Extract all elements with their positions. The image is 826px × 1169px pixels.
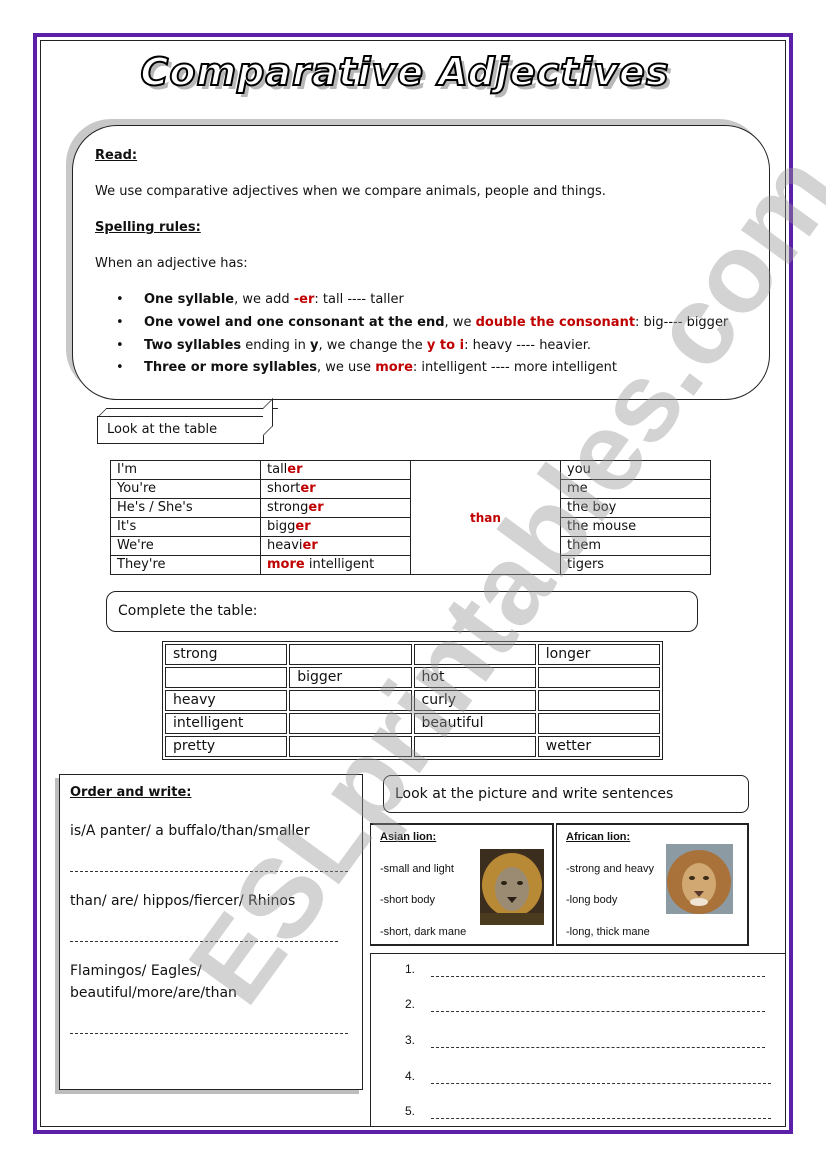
answer-line-3[interactable] bbox=[70, 1033, 348, 1034]
given-word-cell: beautiful bbox=[413, 713, 536, 734]
given-word-cell: strong bbox=[165, 644, 288, 665]
rule-item: • One syllable, we add -er: tall ---- ta… bbox=[116, 292, 404, 307]
order-item-2: than/ are/ hippos/fiercer/ Rhinos bbox=[70, 893, 296, 909]
picture-label-box: Look at the picture and write sentences bbox=[383, 775, 749, 813]
sentence-number: 1. bbox=[405, 962, 416, 976]
table-row: intelligent beautiful bbox=[165, 713, 660, 734]
african-lion-box: African lion: -strong and heavy -long bo… bbox=[556, 823, 749, 946]
asian-lion-photo bbox=[480, 849, 544, 925]
blank-answer-cell[interactable] bbox=[289, 644, 412, 665]
african-lion-trait: -long body bbox=[566, 894, 618, 906]
given-word-cell: heavy bbox=[165, 690, 288, 711]
table-row: strong longer bbox=[165, 644, 660, 665]
object-cell: them bbox=[560, 536, 711, 556]
blank-answer-cell[interactable] bbox=[537, 713, 660, 734]
given-word-cell: hot bbox=[413, 667, 536, 688]
look-at-table-label: Look at the table bbox=[97, 398, 273, 444]
table-row: heavy curly bbox=[165, 690, 660, 711]
african-lion-trait: -strong and heavy bbox=[566, 863, 655, 875]
given-word-cell: longer bbox=[537, 644, 660, 665]
subject-cell: I'm bbox=[110, 460, 261, 480]
bullet-icon: • bbox=[116, 360, 124, 375]
asian-lion-trait: -short, dark mane bbox=[380, 926, 467, 938]
adjective-cell: heavier bbox=[260, 536, 411, 556]
blank-answer-cell[interactable] bbox=[537, 667, 660, 688]
adjective-cell: bigger bbox=[260, 517, 411, 537]
sentence-number: 2. bbox=[405, 997, 416, 1011]
sentence-line-2[interactable] bbox=[431, 1011, 765, 1012]
subject-cell: You're bbox=[110, 479, 261, 499]
read-heading: Read: bbox=[95, 148, 138, 163]
answer-line-1[interactable] bbox=[70, 871, 348, 872]
order-item-1: is/A panter/ a buffalo/than/smaller bbox=[70, 823, 310, 839]
blank-answer-cell[interactable] bbox=[289, 713, 412, 734]
page-title: Comparative Adjectives bbox=[140, 49, 670, 95]
blank-answer-cell[interactable] bbox=[413, 736, 536, 757]
african-lion-title: African lion: bbox=[566, 831, 631, 843]
sentences-box: 1. 2. 3. 4. 5. bbox=[370, 953, 786, 1127]
asian-lion-title: Asian lion: bbox=[380, 831, 437, 843]
adjective-cell: taller bbox=[260, 460, 411, 480]
table-row: pretty wetter bbox=[165, 736, 660, 757]
asian-lion-trait: -small and light bbox=[380, 863, 454, 875]
rule-item: • Three or more syllables, we use more: … bbox=[116, 360, 617, 375]
blank-answer-cell[interactable] bbox=[537, 690, 660, 711]
sentence-number: 5. bbox=[405, 1104, 416, 1118]
complete-table: strong longer bigger hot heavy curly intellige… bbox=[162, 641, 663, 760]
comparison-table: I'm taller than you You're shorter me He's / Sh… bbox=[110, 460, 711, 575]
table-row: I'm taller than you bbox=[110, 460, 711, 575]
given-word-cell: bigger bbox=[289, 667, 412, 688]
order-and-write-box: Order and write: is/A panter/ a buffalo/… bbox=[59, 774, 363, 1090]
sentence-line-5[interactable] bbox=[431, 1118, 771, 1119]
object-cell: you bbox=[560, 460, 711, 480]
bullet-icon: • bbox=[116, 315, 124, 330]
blank-answer-cell[interactable] bbox=[289, 690, 412, 711]
subject-cell: It's bbox=[110, 517, 261, 537]
rule-item: • Two syllables ending in y, we change t… bbox=[116, 338, 591, 353]
bullet-icon: • bbox=[116, 338, 124, 353]
than-cell: than bbox=[410, 460, 561, 575]
rules-intro: When an adjective has: bbox=[95, 256, 248, 271]
table-row: bigger hot bbox=[165, 667, 660, 688]
adjective-cell: shorter bbox=[260, 479, 411, 499]
given-word-cell: intelligent bbox=[165, 713, 288, 734]
given-word-cell: wetter bbox=[537, 736, 660, 757]
blank-answer-cell[interactable] bbox=[165, 667, 288, 688]
object-cell: the mouse bbox=[560, 517, 711, 537]
african-lion-photo bbox=[666, 844, 733, 914]
adjective-cell: stronger bbox=[260, 498, 411, 518]
object-cell: me bbox=[560, 479, 711, 499]
sentence-number: 3. bbox=[405, 1033, 416, 1047]
object-cell: tigers bbox=[560, 555, 711, 575]
order-write-heading: Order and write: bbox=[70, 785, 192, 800]
sentence-number: 4. bbox=[405, 1069, 416, 1083]
given-word-cell: curly bbox=[413, 690, 536, 711]
sentence-line-4[interactable] bbox=[431, 1083, 771, 1084]
asian-lion-trait: -short body bbox=[380, 894, 436, 906]
asian-lion-box: Asian lion: -small and light -short body… bbox=[370, 823, 554, 946]
adjective-cell: more intelligent bbox=[260, 555, 411, 575]
order-item-3-line2: beautiful/more/are/than bbox=[70, 985, 237, 1001]
sentence-line-3[interactable] bbox=[431, 1047, 765, 1048]
african-lion-trait: -long, thick mane bbox=[566, 926, 650, 938]
subject-cell: We're bbox=[110, 536, 261, 556]
bullet-icon: • bbox=[116, 292, 124, 307]
blank-answer-cell[interactable] bbox=[413, 644, 536, 665]
subject-cell: They're bbox=[110, 555, 261, 575]
answer-line-2[interactable] bbox=[70, 941, 338, 942]
given-word-cell: pretty bbox=[165, 736, 288, 757]
spelling-rules-heading: Spelling rules: bbox=[95, 220, 201, 235]
complete-table-label-box: Complete the table: bbox=[106, 591, 698, 632]
subject-cell: He's / She's bbox=[110, 498, 261, 518]
read-intro: We use comparative adjectives when we co… bbox=[95, 184, 606, 199]
blank-answer-cell[interactable] bbox=[289, 736, 412, 757]
sentence-line-1[interactable] bbox=[431, 976, 765, 977]
rule-item: • One vowel and one consonant at the end… bbox=[116, 315, 729, 330]
order-item-3-line1: Flamingos/ Eagles/ bbox=[70, 963, 202, 979]
object-cell: the boy bbox=[560, 498, 711, 518]
